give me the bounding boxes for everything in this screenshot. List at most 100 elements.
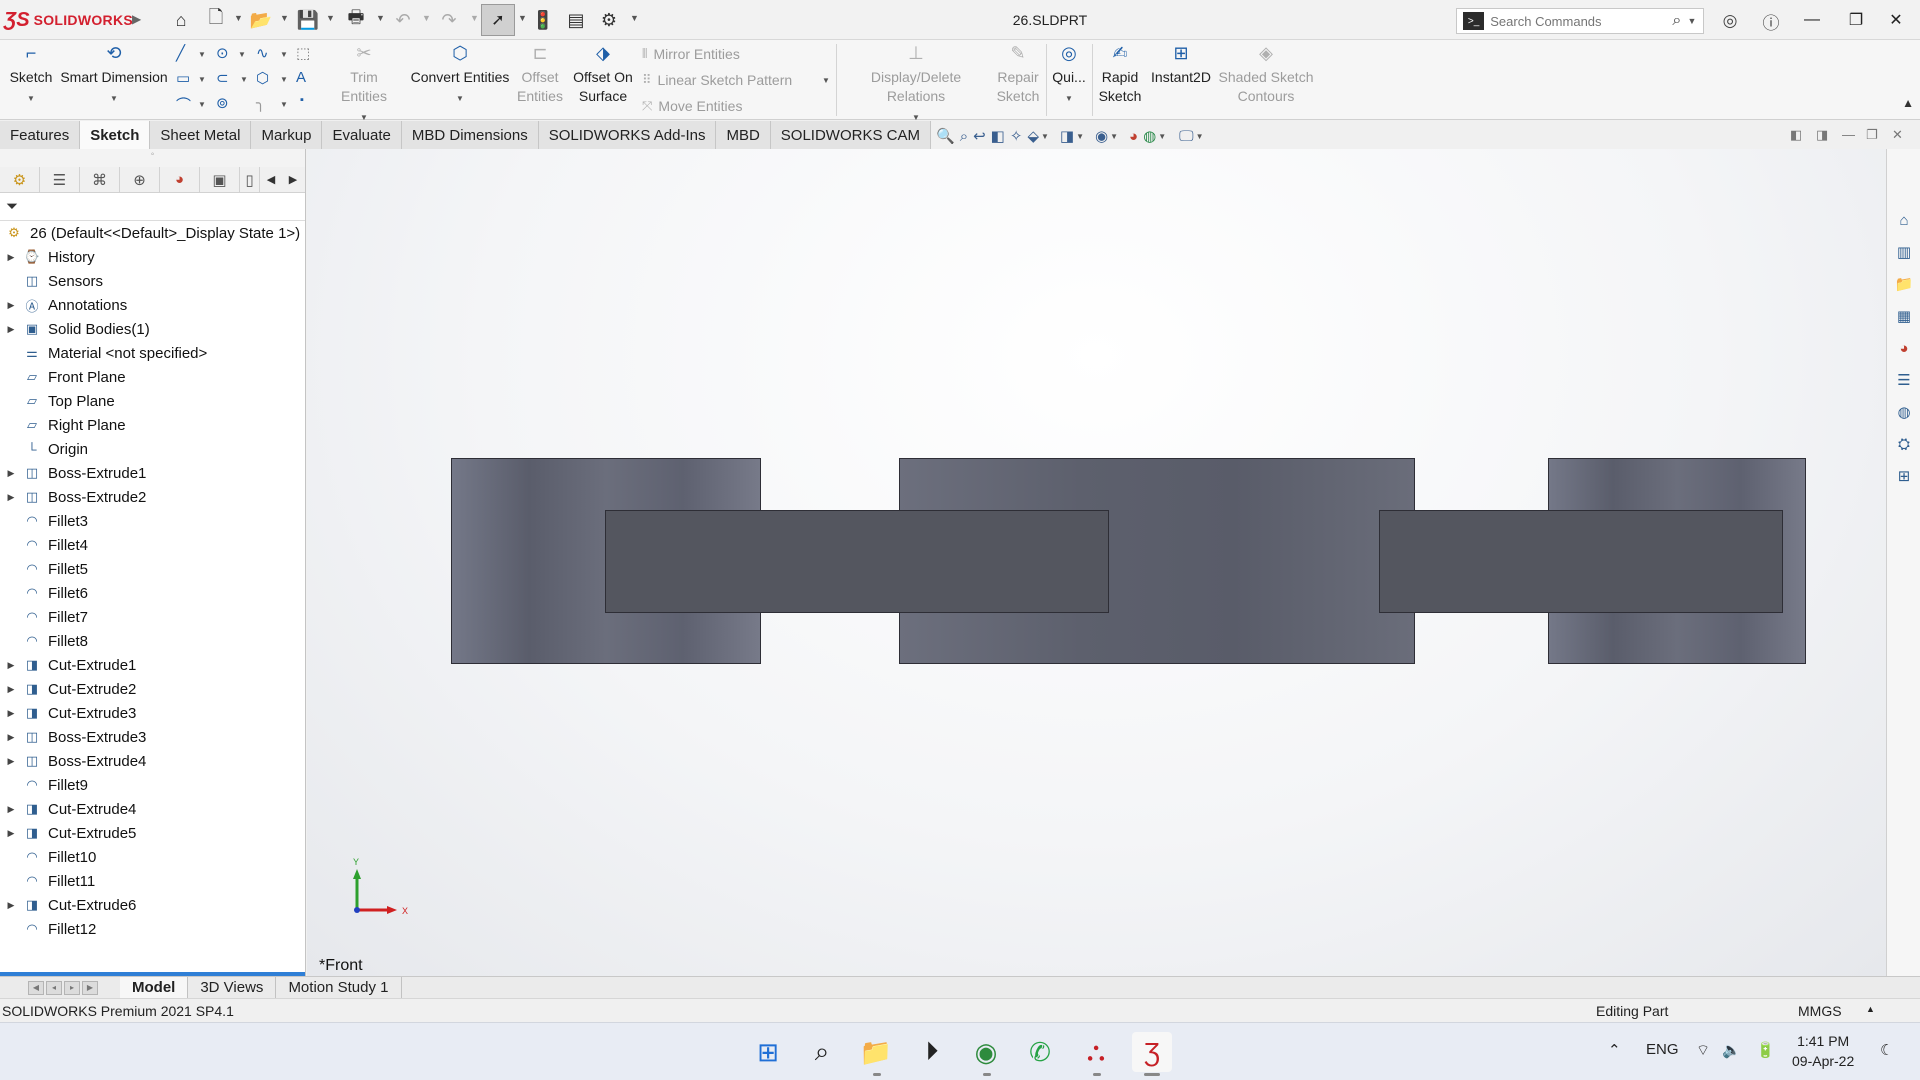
fillet-sketch-icon[interactable]: ╮ (256, 94, 265, 112)
tab-markup[interactable]: Markup (251, 121, 323, 149)
undo-dropdown-icon[interactable]: ▼ (422, 13, 431, 23)
close-button[interactable]: ✕ (1876, 6, 1916, 34)
viewport-tile-left-icon[interactable]: ◧ (1790, 127, 1802, 143)
smart-dimension-dropdown-icon[interactable]: ▼ (110, 89, 118, 108)
apply-scene-icon[interactable]: ◍ (1143, 127, 1156, 145)
search-taskbar-icon[interactable]: ⌕ (802, 1032, 842, 1072)
language-indicator[interactable]: ENG (1646, 1041, 1679, 1058)
arc-dropdown-icon[interactable]: ▼ (198, 100, 206, 109)
model-left-bar[interactable] (605, 510, 1109, 613)
arc-icon[interactable]: ⌒ (176, 94, 191, 115)
cam-tab-icon[interactable]: ▣ (200, 166, 240, 193)
view-palette-icon[interactable]: ▦ (1889, 301, 1919, 331)
tab-features[interactable]: Features (0, 121, 81, 149)
expand-arrow-icon[interactable]: ▶ (0, 732, 22, 743)
tab-3d-views[interactable]: 3D Views (188, 976, 277, 999)
display-style-icon[interactable]: ◨ (1060, 127, 1074, 145)
options-gear-icon[interactable]: ⚙ (596, 8, 622, 32)
print-dropdown-icon[interactable]: ▼ (376, 13, 385, 23)
pattern-dropdown-icon[interactable]: ▼ (822, 76, 830, 85)
tree-node[interactable]: ▶ ◨ Cut-Extrude6 (0, 893, 305, 917)
search-icon[interactable]: ⌕ (1666, 12, 1687, 30)
polygon-dropdown-icon[interactable]: ▼ (280, 75, 288, 84)
select-pointer-button[interactable]: ➚ (481, 4, 515, 36)
tab-mbd[interactable]: MBD (716, 121, 771, 149)
display-manager-tab-icon[interactable]: ◕ (160, 166, 200, 193)
next-tab-icon[interactable]: ▸ (64, 980, 80, 995)
point-icon[interactable]: ▪ (300, 94, 304, 106)
account-icon[interactable]: ◎ (1717, 8, 1743, 34)
previous-view-icon[interactable]: ↩ (973, 127, 986, 145)
tree-node[interactable]: ▶ ◨ Cut-Extrude1 (0, 653, 305, 677)
expand-arrow-icon[interactable]: ▶ (0, 804, 22, 815)
ellipse-icon[interactable]: ⊚ (216, 94, 229, 112)
quick-snaps-dropdown-icon[interactable]: ▼ (1065, 89, 1073, 108)
tree-node[interactable]: ⚌ Material <not specified> (0, 341, 305, 365)
save-icon[interactable]: 💾 (296, 8, 320, 32)
sketch-dropdown-icon[interactable]: ▼ (27, 89, 35, 108)
cam-icon[interactable]: ⊞ (1889, 461, 1919, 491)
spline-icon[interactable]: ∿ (256, 44, 269, 62)
chrome-icon[interactable]: ◉ (966, 1032, 1006, 1072)
circle-icon[interactable]: ⊙ (216, 44, 229, 62)
tree-node[interactable]: ◠ Fillet9 (0, 773, 305, 797)
sketch-button[interactable]: ⌐ Sketch ▼ (8, 44, 54, 108)
print-icon[interactable]: 🖶 (342, 7, 370, 32)
expand-arrow-icon[interactable]: ▶ (0, 756, 22, 767)
view-orientation-dropdown-icon[interactable]: ▼ (1041, 132, 1049, 141)
instant2d-button[interactable]: ⊞ Instant2D (1148, 44, 1214, 87)
home-icon[interactable]: ⌂ (168, 8, 194, 32)
help-icon[interactable]: ⓘ (1758, 8, 1784, 34)
tree-node[interactable]: ▱ Right Plane (0, 413, 305, 437)
viewport-tile-right-icon[interactable]: ◨ (1816, 127, 1828, 143)
tree-node[interactable]: ▶ ⌚ History (0, 245, 305, 269)
tree-node[interactable]: ▶ ◨ Cut-Extrude2 (0, 677, 305, 701)
convert-dropdown-icon[interactable]: ▼ (456, 89, 464, 108)
collapse-ribbon-icon[interactable]: ▲ (1902, 96, 1914, 110)
view-settings-icon[interactable]: 🖵 (1179, 128, 1193, 145)
view-orientation-icon[interactable]: ⬙ (1027, 127, 1039, 145)
expand-arrow-icon[interactable]: ▶ (0, 828, 22, 839)
expand-arrow-icon[interactable]: ▶ (0, 300, 22, 311)
linear-sketch-pattern-button[interactable]: ⠿ Linear Sketch Pattern (642, 72, 792, 88)
tab-solidworks-cam[interactable]: SOLIDWORKS CAM (770, 121, 931, 149)
tree-node[interactable]: ◠ Fillet6 (0, 581, 305, 605)
quick-snaps-button[interactable]: ◎ Qui... ▼ (1050, 44, 1088, 108)
move-entities-button[interactable]: ⤧ Move Entities (642, 98, 742, 114)
menu-expand-icon[interactable]: ▶ (132, 12, 141, 26)
select-dropdown-icon[interactable]: ▼ (518, 13, 527, 23)
tree-node[interactable]: ▶ ◫ Boss-Extrude4 (0, 749, 305, 773)
undo-icon[interactable]: ↶ (390, 8, 416, 32)
rebuild-icon[interactable]: 🚦 (532, 8, 554, 32)
minimize-button[interactable]: — (1792, 6, 1832, 34)
zoom-to-area-icon[interactable]: ⌕ (960, 128, 968, 145)
line-dropdown-icon[interactable]: ▼ (198, 50, 206, 59)
solidworks-logo[interactable]: ƷS SOLIDWORKS (4, 8, 133, 32)
expand-arrow-icon[interactable]: ▶ (0, 252, 22, 263)
expand-arrow-icon[interactable]: ▶ (0, 708, 22, 719)
slot-icon[interactable]: ⊂ (216, 69, 229, 87)
property-manager-tab-icon[interactable]: ☰ (40, 166, 80, 193)
new-document-icon[interactable]: 🗋 (204, 7, 228, 32)
display-delete-relations-button[interactable]: ⊥ Display/Delete Relations ▼ (842, 44, 990, 127)
tree-node[interactable]: ◠ Fillet3 (0, 509, 305, 533)
viewport-close-icon[interactable]: ✕ (1892, 127, 1903, 143)
solidworks-resources-icon[interactable]: ⌂ (1889, 205, 1919, 235)
offset-entities-button[interactable]: ⊏ Offset Entities (514, 44, 566, 106)
windows-start-icon[interactable]: ⊞ (748, 1032, 788, 1072)
tree-node[interactable]: ◫ Sensors (0, 269, 305, 293)
rectangle-dropdown-icon[interactable]: ▼ (198, 75, 206, 84)
search-commands-box[interactable]: >_ ⌕ ▼ (1456, 8, 1704, 34)
rapid-sketch-button[interactable]: ✍ Rapid Sketch (1096, 44, 1144, 106)
expand-arrow-icon[interactable]: ▶ (0, 324, 22, 335)
smart-dimension-button[interactable]: ⟲ Smart Dimension ▼ (60, 44, 168, 108)
dynamic-annotation-icon[interactable]: ✧ (1010, 127, 1023, 145)
acrobat-icon[interactable]: ⛬ (1076, 1032, 1116, 1072)
construction-box-icon[interactable]: ⬚ (296, 44, 310, 62)
graphics-area[interactable]: Y X *Front (307, 149, 1886, 976)
file-explorer-taskbar-icon[interactable]: 📁 (856, 1032, 896, 1072)
tab-model[interactable]: Model (120, 976, 189, 999)
spline-dropdown-icon[interactable]: ▼ (280, 50, 288, 59)
volume-icon[interactable]: 🔈 (1722, 1041, 1741, 1059)
show-hidden-icons[interactable]: ⌃ (1608, 1041, 1621, 1059)
